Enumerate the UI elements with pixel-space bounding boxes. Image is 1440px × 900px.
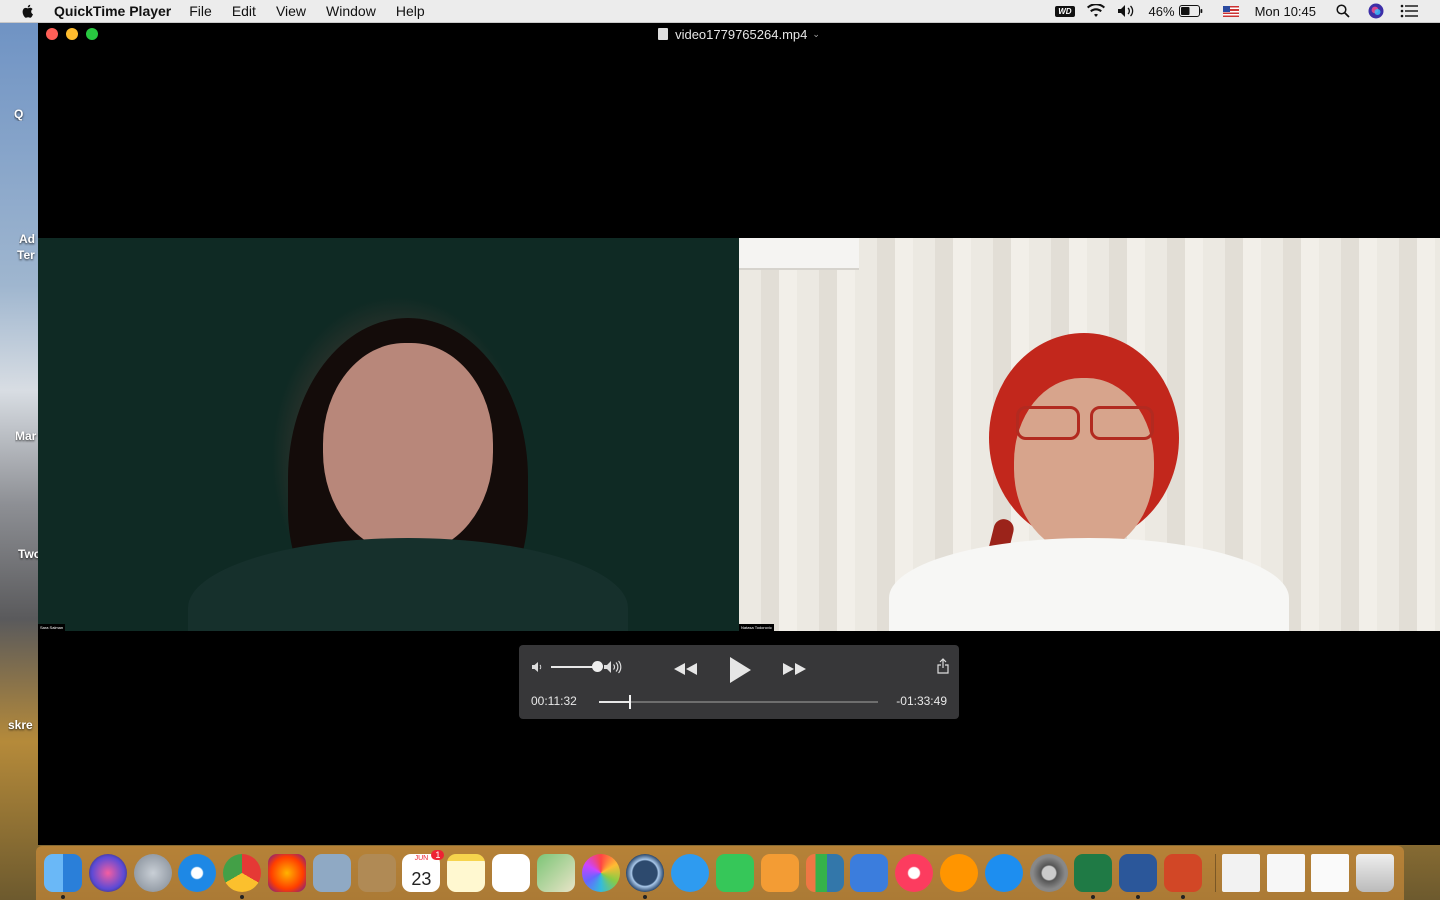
reminders-icon[interactable] — [491, 854, 530, 892]
fast-forward-button[interactable] — [781, 655, 809, 683]
volume-slider-knob[interactable] — [592, 661, 603, 672]
spotlight-search-icon[interactable] — [1336, 4, 1350, 18]
participant-right-face — [1014, 378, 1154, 553]
battery-icon[interactable] — [1178, 5, 1203, 17]
current-time: 00:11:32 — [531, 694, 577, 708]
remaining-time: -01:33:49 — [896, 694, 947, 708]
numbers-icon[interactable] — [805, 854, 844, 892]
firefox-icon[interactable] — [267, 854, 306, 892]
recent-document-icon[interactable] — [1266, 854, 1305, 892]
menu-bar: QuickTime Player File Edit View Window H… — [0, 0, 1440, 23]
menu-file[interactable]: File — [189, 3, 212, 19]
volume-icon[interactable] — [1117, 4, 1137, 18]
music-icon[interactable] — [895, 854, 934, 892]
calendar-icon[interactable]: JUN 23 1 — [402, 850, 445, 892]
wifi-icon[interactable] — [1086, 4, 1105, 18]
dock: JUN 23 1 — [36, 846, 1404, 900]
scrub-bar[interactable] — [599, 695, 878, 709]
finder-icon[interactable] — [44, 854, 82, 899]
volume-slider[interactable] — [551, 661, 603, 672]
word-icon[interactable] — [1119, 854, 1158, 899]
fullscreen-window-button[interactable] — [86, 28, 98, 40]
calendar-day: 23 — [411, 869, 432, 889]
video-pane-left[interactable]: Sara Salman — [38, 238, 739, 631]
video-pane-right[interactable]: Natasa Todorovic — [739, 238, 1440, 631]
desktop-label[interactable]: Q — [14, 107, 38, 121]
participant-right-glasses — [1014, 406, 1154, 440]
volume-control[interactable] — [531, 660, 625, 674]
desktop-label[interactable]: skre — [8, 718, 38, 732]
chrome-icon[interactable] — [223, 854, 262, 899]
input-source-flag-icon[interactable] — [1222, 5, 1239, 17]
desktop-label[interactable]: Mar — [15, 429, 39, 443]
powerpoint-icon[interactable] — [1163, 854, 1202, 899]
maps-icon[interactable] — [536, 854, 575, 892]
menu-edit[interactable]: Edit — [232, 3, 256, 19]
title-bar[interactable]: video1779765264.mp4 ⌄ — [38, 23, 1440, 45]
scrub-bar-played — [599, 701, 630, 703]
playhead[interactable] — [628, 695, 631, 709]
document-icon[interactable] — [658, 28, 669, 40]
participant-left-body — [188, 538, 628, 631]
contacts-icon[interactable] — [357, 854, 396, 892]
menu-help[interactable]: Help — [396, 3, 425, 19]
minimize-window-button[interactable] — [66, 28, 78, 40]
safari-icon[interactable] — [178, 854, 217, 892]
messages-icon[interactable] — [671, 854, 710, 892]
menu-app-name[interactable]: QuickTime Player — [54, 3, 171, 19]
clock[interactable]: Mon 10:45 — [1255, 4, 1316, 19]
recent-document-icon[interactable] — [1221, 854, 1260, 892]
keynote-icon[interactable] — [850, 854, 889, 892]
window-title[interactable]: video1779765264.mp4 — [675, 27, 807, 42]
recent-document-icon[interactable] — [1311, 854, 1350, 892]
volume-high-icon[interactable] — [603, 660, 625, 674]
participant-name-tag: Natasa Todorovic — [739, 624, 774, 631]
menu-view[interactable]: View — [276, 3, 306, 19]
notification-center-icon[interactable] — [1400, 4, 1418, 18]
siri-icon[interactable] — [88, 854, 127, 892]
participant-left-face — [323, 343, 493, 553]
play-button[interactable] — [727, 655, 753, 685]
participant-right-body — [889, 538, 1289, 631]
quicktime-icon[interactable] — [626, 854, 665, 899]
air-conditioner — [739, 238, 859, 270]
launchpad-icon[interactable] — [133, 854, 172, 892]
app-store-icon[interactable] — [984, 854, 1023, 892]
close-window-button[interactable] — [46, 28, 58, 40]
pages-icon[interactable] — [760, 854, 799, 892]
siri-icon[interactable] — [1368, 3, 1384, 19]
window-controls — [46, 28, 98, 40]
quicktime-window: video1779765264.mp4 ⌄ Sara Salman Natasa… — [38, 23, 1440, 845]
share-icon[interactable] — [937, 658, 949, 674]
wd-drive-icon[interactable]: WD — [1055, 5, 1075, 17]
trash-icon[interactable] — [1356, 854, 1395, 892]
rewind-button[interactable] — [671, 655, 699, 683]
apple-menu-icon[interactable] — [20, 3, 36, 19]
system-preferences-icon[interactable] — [1029, 854, 1068, 892]
volume-low-icon[interactable] — [531, 661, 545, 673]
title-chevron-down-icon[interactable]: ⌄ — [812, 29, 820, 40]
participant-name-tag: Sara Salman — [38, 624, 66, 631]
playback-controls[interactable]: 00:11:32 -01:33:49 — [519, 645, 959, 719]
preview-icon[interactable] — [312, 854, 351, 892]
books-icon[interactable] — [939, 854, 978, 892]
calendar-badge: 1 — [431, 850, 445, 860]
notes-icon[interactable] — [447, 854, 486, 892]
facetime-icon[interactable] — [715, 854, 754, 892]
battery-percent[interactable]: 46% — [1149, 4, 1175, 19]
excel-icon[interactable] — [1074, 854, 1113, 899]
photos-icon[interactable] — [581, 854, 620, 892]
dock-separator — [1214, 854, 1216, 892]
menu-window[interactable]: Window — [326, 3, 376, 19]
